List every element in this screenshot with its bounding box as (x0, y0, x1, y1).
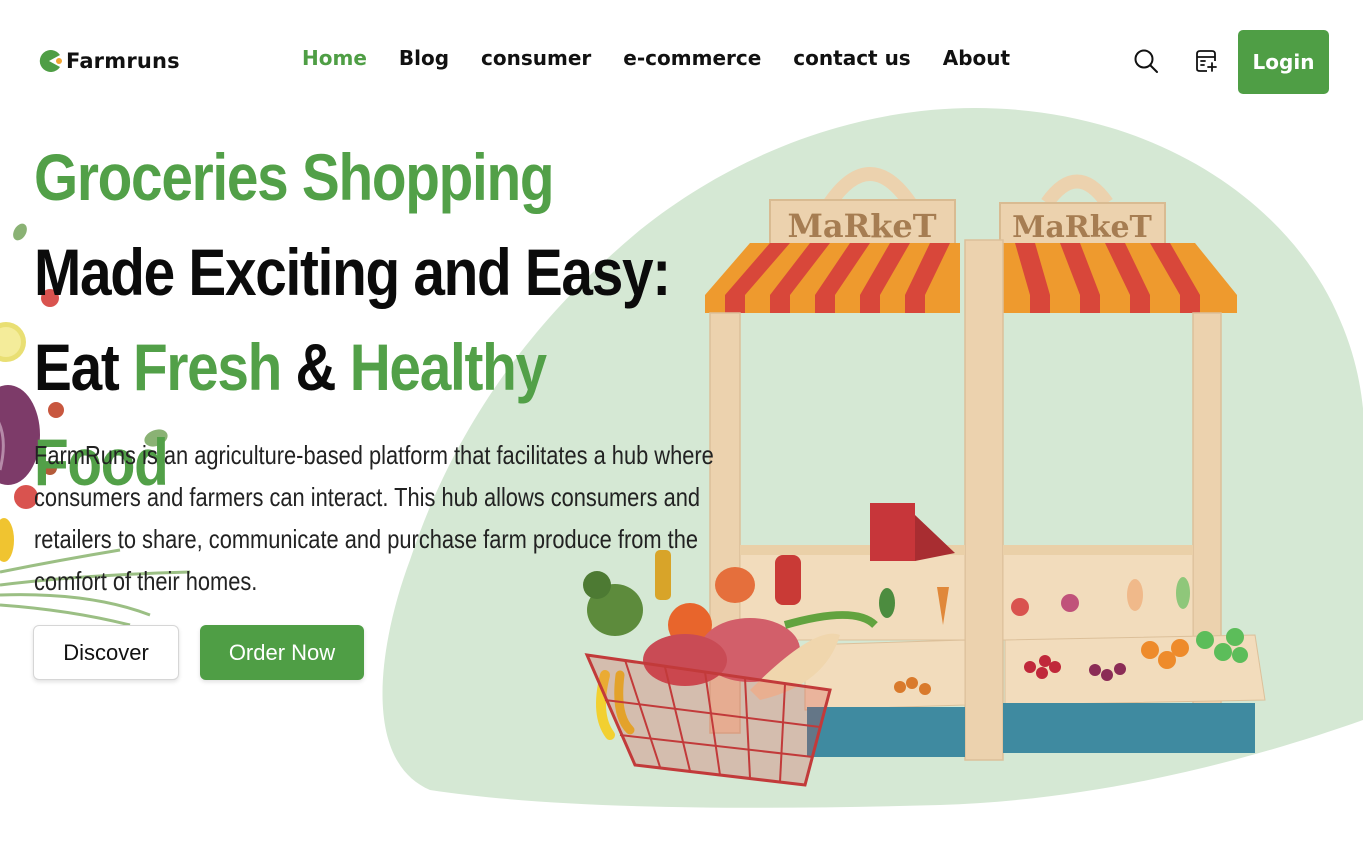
lemon-slice-icon (0, 322, 26, 362)
svg-text:MaRkeT: MaRkeT (1012, 210, 1152, 245)
awning-right (1000, 243, 1237, 313)
logo-icon (39, 50, 62, 72)
store-icon (1196, 50, 1217, 72)
headline-part-groceries: Groceries Shopping (34, 140, 555, 214)
search-icon (1134, 49, 1158, 73)
brand-name: Farmruns (66, 49, 180, 73)
headline-part-ampersand: & (281, 330, 350, 404)
nav-item-e-commerce[interactable]: e-commerce (623, 46, 761, 70)
landing-page: Farmruns Home Blog consumer e-commerce c… (0, 0, 1363, 846)
store-button[interactable] (1191, 46, 1221, 76)
stall-base-left (807, 707, 965, 757)
nav-item-about[interactable]: About (943, 46, 1010, 70)
pepper-icon (0, 518, 14, 562)
market-sign-right: MaRkeT (999, 202, 1166, 246)
sign-hook-icon (824, 167, 1113, 208)
market-sign-left: MaRkeT (769, 199, 956, 246)
headline-part-fresh: Fresh (132, 330, 282, 404)
cash-register-icon (870, 503, 955, 561)
hero-description: FarmRuns is an agriculture-based platfor… (34, 440, 714, 596)
login-button[interactable]: Login (1238, 30, 1329, 94)
nav-item-blog[interactable]: Blog (399, 46, 449, 70)
stall-base-right (1003, 703, 1255, 753)
nav-item-home[interactable]: Home (302, 46, 367, 70)
nav-item-consumer[interactable]: consumer (481, 46, 591, 70)
discover-button[interactable]: Discover (33, 625, 179, 680)
main-nav: Home Blog consumer e-commerce contact us… (302, 46, 1010, 70)
svg-text:MaRkeT: MaRkeT (787, 207, 936, 245)
nav-item-contact-us[interactable]: contact us (793, 46, 910, 70)
search-button[interactable] (1131, 46, 1161, 76)
order-now-button[interactable]: Order Now (200, 625, 364, 680)
leaf-icon (13, 223, 27, 241)
brand-logo[interactable]: Farmruns (36, 48, 180, 74)
awning-left (705, 243, 960, 313)
